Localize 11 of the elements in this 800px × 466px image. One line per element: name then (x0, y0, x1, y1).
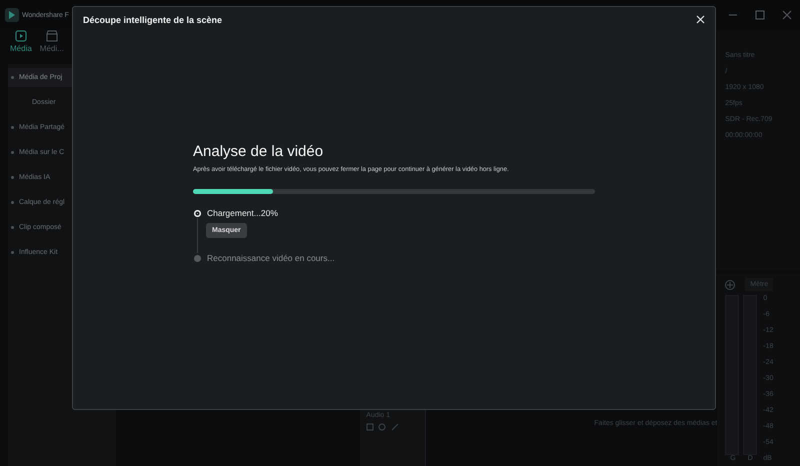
store-icon (46, 30, 58, 42)
close-button[interactable] (694, 13, 707, 26)
play-icon (14, 30, 27, 42)
app-logo-icon (5, 8, 19, 22)
step-label: Reconnaissance vidéo en cours... (207, 253, 335, 263)
step-label: Chargement...20% (207, 208, 278, 218)
add-icon[interactable] (725, 280, 736, 290)
dialog-title: Découpe intelligente de la scène (83, 14, 222, 24)
heading: Analyse de la vidéo (193, 143, 324, 160)
media-tab[interactable]: Médi... (40, 30, 64, 64)
media-tab[interactable]: Média (10, 30, 32, 64)
